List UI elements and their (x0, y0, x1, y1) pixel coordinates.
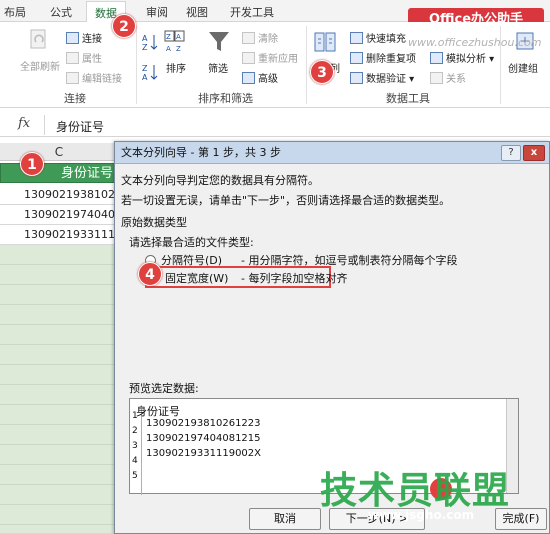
tab-view[interactable]: 视图 (186, 4, 208, 20)
refresh-all-icon (30, 29, 46, 49)
connections-icon (66, 32, 79, 44)
edit-links-button[interactable]: 编辑链接 (66, 70, 122, 85)
column-header-c[interactable]: C (0, 143, 118, 161)
tab-developer[interactable]: 开发工具 (230, 4, 274, 20)
worksheet: C 身份证号 1309021938102 1309021974040 13090… (0, 143, 118, 534)
callout-2: 2 (112, 14, 136, 38)
watermark-text: 技术员联盟 (320, 469, 510, 512)
refresh-all-button[interactable]: 全部刷新 (20, 58, 60, 73)
formula-input[interactable]: 身份证号 (56, 118, 104, 135)
remove-duplicates-button[interactable]: 删除重复项 (350, 50, 416, 65)
svg-text:A: A (176, 33, 181, 41)
preview-row-number: 4 (132, 456, 138, 466)
callout-4: 4 (138, 262, 162, 286)
sort-az-icon: AZ (142, 34, 158, 52)
svg-text:A: A (142, 73, 148, 82)
preview-row-number: 3 (132, 441, 138, 451)
text-to-columns-icon (314, 32, 336, 52)
watermark-url: www.jsgho.com (368, 508, 475, 522)
dialog-title: 文本分列向导 - 第 1 步，共 3 步 (115, 142, 549, 164)
reapply-icon (242, 52, 255, 64)
close-button[interactable]: x (523, 145, 545, 161)
what-if-icon (430, 52, 443, 64)
preview-label: 预览选定数据: (129, 382, 199, 395)
preview-line: 130902197404081215 (146, 433, 261, 444)
section-title: 原始数据类型 (121, 216, 187, 229)
formula-bar: fx 身份证号 (0, 113, 550, 137)
advanced-button[interactable]: 高级 (242, 70, 278, 85)
data-cell[interactable]: 1309021933111 (0, 225, 118, 245)
svg-text:Z: Z (142, 64, 148, 73)
remove-duplicates-icon (350, 52, 363, 64)
preview-line: 13090219331119002X (146, 448, 262, 459)
choose-type-prompt: 请选择最合适的文件类型: (129, 236, 254, 249)
sort-za-icon: ZA (142, 64, 158, 82)
create-group-button[interactable]: 创建组 (508, 60, 538, 75)
advanced-filter-icon (242, 72, 255, 84)
svg-text:Z: Z (142, 43, 148, 52)
empty-cells[interactable] (0, 245, 118, 534)
clear-filter-icon (242, 32, 255, 44)
fixed-width-description: - 每列字段加空格对齐 (241, 272, 348, 285)
what-if-button[interactable]: 模拟分析 ▾ (430, 50, 494, 65)
connections-button[interactable]: 连接 (66, 30, 102, 45)
preview-line: 130902193810261223 (146, 418, 261, 429)
filter-button[interactable]: 筛选 (208, 60, 228, 75)
svg-text:Z: Z (176, 45, 181, 53)
help-button[interactable]: ? (501, 145, 521, 161)
relationships-icon (430, 72, 443, 84)
data-cell[interactable]: 1309021938102 (0, 185, 118, 205)
svg-text:A: A (166, 45, 171, 53)
tab-layout[interactable]: 布局 (4, 4, 26, 20)
preview-ruler (130, 409, 142, 495)
cancel-button[interactable]: 取消 (249, 508, 321, 530)
clear-button[interactable]: 清除 (242, 30, 278, 45)
properties-button[interactable]: 属性 (66, 50, 102, 65)
data-tools-group-label: 数据工具 (386, 92, 430, 105)
sort-icon: Z AA Z (164, 30, 185, 53)
edit-links-icon (66, 72, 79, 84)
ribbon: 全部刷新 连接 属性 编辑链接 连接 AZ ZA ZAAZ 排序 筛选 清除 重… (0, 22, 550, 108)
data-cell[interactable]: 1309021974040 (0, 205, 118, 225)
header-cell[interactable]: 身份证号 (0, 163, 118, 183)
tab-formulas[interactable]: 公式 (50, 4, 72, 20)
flash-fill-icon (350, 32, 363, 44)
reapply-button[interactable]: 重新应用 (242, 50, 298, 65)
sort-filter-group-label: 排序和筛选 (198, 92, 253, 105)
sort-button[interactable]: 排序 (166, 60, 186, 75)
brand-url: www.officezhushou.com (408, 36, 542, 49)
fx-icon[interactable]: fx (18, 116, 30, 131)
flash-fill-button[interactable]: 快速填充 (350, 30, 406, 45)
formula-divider (44, 115, 45, 135)
preview-row-number: 2 (132, 426, 138, 436)
svg-text:A: A (142, 34, 148, 43)
data-validation-icon (350, 72, 363, 84)
tab-review[interactable]: 审阅 (146, 4, 168, 20)
intro-text-2: 若一切设置无误，请单击"下一步"，否则请选择最合适的数据类型。 (121, 194, 451, 207)
intro-text-1: 文本分列向导判定您的数据具有分隔符。 (121, 174, 319, 187)
relationships-button[interactable]: 关系 (430, 70, 466, 85)
preview-line: 身份证号 (136, 405, 180, 418)
connections-group-label: 连接 (64, 92, 86, 105)
preview-row-number: 5 (132, 471, 138, 481)
filter-icon (209, 32, 229, 51)
callout-3: 3 (310, 60, 334, 84)
data-validation-button[interactable]: 数据验证 ▾ (350, 70, 414, 85)
properties-icon (66, 52, 79, 64)
svg-text:Z: Z (166, 33, 171, 41)
callout-1: 1 (20, 152, 44, 176)
